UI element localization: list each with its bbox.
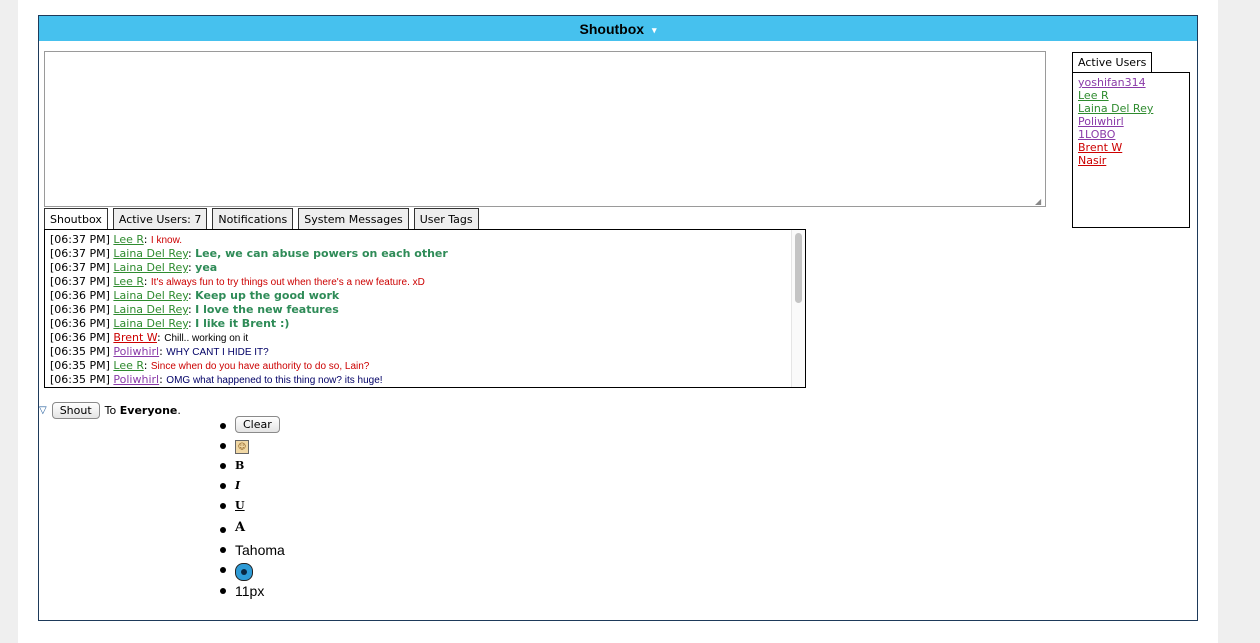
- message-colon: :: [143, 233, 151, 246]
- shoutbox-title: Shoutbox: [579, 21, 645, 37]
- tab-shoutbox[interactable]: Shoutbox: [44, 208, 108, 229]
- tool-item-font-size: 11px: [217, 581, 285, 601]
- message-username[interactable]: Lee R: [113, 359, 143, 372]
- message-timestamp: [06:36 PM]: [50, 331, 110, 344]
- active-users-list: yoshifan314 Lee R Laina Del Rey Poliwhirl 1L…: [1072, 72, 1190, 228]
- tool-item-bold: B: [217, 456, 285, 476]
- italic-button[interactable]: I: [235, 479, 240, 492]
- tool-item-smiley: ☺: [217, 436, 285, 456]
- shout-log-scrollbar[interactable]: [791, 230, 805, 387]
- message-row: [06:37 PM] Lee R: I know.: [50, 233, 805, 247]
- message-username[interactable]: Brent W: [113, 331, 157, 344]
- active-user-link[interactable]: Lee R: [1078, 89, 1189, 102]
- active-users-tab[interactable]: Active Users: [1072, 52, 1153, 72]
- message-text: yea: [195, 261, 218, 274]
- shout-row: ▽ Shout To Everyone.: [39, 402, 181, 419]
- shout-target-suffix: .: [177, 404, 181, 417]
- message-colon: :: [143, 275, 151, 288]
- tool-item-font-color: A: [217, 520, 285, 540]
- collapse-caret-icon[interactable]: ▾: [652, 17, 657, 44]
- font-size-select[interactable]: 11px: [235, 583, 264, 599]
- resize-grip-icon[interactable]: ◢: [1035, 197, 1041, 206]
- message-text: Lee, we can abuse powers on each other: [195, 247, 448, 260]
- message-row: [06:36 PM] Laina Del Rey: Keep up the go…: [50, 289, 805, 303]
- shout-log: [06:37 PM] Lee R: I know. [06:37 PM] Lain…: [44, 229, 806, 388]
- tool-item-underline: U: [217, 496, 285, 516]
- message-row: [06:37 PM] Lee R: It's always fun to try…: [50, 275, 805, 289]
- active-user-link[interactable]: Nasir: [1078, 154, 1189, 167]
- message-username[interactable]: Laina Del Rey: [113, 303, 188, 316]
- shoutbox-tabs: Shoutbox Active Users: 7 Notifications S…: [44, 208, 479, 229]
- message-timestamp: [06:35 PM]: [50, 373, 110, 386]
- active-user-link[interactable]: 1LOBO: [1078, 128, 1189, 141]
- message-timestamp: [06:37 PM]: [50, 247, 110, 260]
- message-text: I love the new features: [195, 303, 339, 316]
- shout-message-input[interactable]: [44, 51, 1046, 207]
- shout-target-line: To Everyone.: [105, 404, 181, 417]
- tool-item-font-family: Tahoma: [217, 540, 285, 560]
- message-timestamp: [06:36 PM]: [50, 317, 110, 330]
- message-timestamp: [06:35 PM]: [50, 345, 110, 358]
- shoutbox-panel: Shoutbox ▾ ◢ Shoutbox Active Users: 7 No…: [38, 15, 1198, 621]
- active-user-link[interactable]: Laina Del Rey: [1078, 102, 1189, 115]
- message-row: [06:35 PM] Poliwhirl: WHY CANT I HIDE IT…: [50, 345, 805, 359]
- tool-item-italic: I: [217, 476, 285, 496]
- expand-triangle-icon[interactable]: ▽: [39, 405, 47, 416]
- message-row: [06:35 PM] Lee R: Since when do you have…: [50, 359, 805, 373]
- smiley-icon[interactable]: ☺: [235, 440, 249, 454]
- message-username[interactable]: Laina Del Rey: [113, 261, 188, 274]
- message-username[interactable]: Laina Del Rey: [113, 317, 188, 330]
- message-timestamp: [06:35 PM]: [50, 359, 110, 372]
- tool-item-sound: [217, 560, 285, 581]
- message-row: [06:37 PM] Laina Del Rey: Lee, we can ab…: [50, 247, 805, 261]
- message-text: Keep up the good work: [195, 289, 340, 302]
- message-row: [06:36 PM] Laina Del Rey: I love the new…: [50, 303, 805, 317]
- clear-button[interactable]: Clear: [235, 416, 280, 433]
- message-row: [06:37 PM] Laina Del Rey: yea: [50, 261, 805, 275]
- bold-button[interactable]: B: [235, 459, 244, 472]
- tab-notifications[interactable]: Notifications: [212, 208, 294, 229]
- message-username[interactable]: Poliwhirl: [113, 345, 159, 358]
- message-timestamp: [06:37 PM]: [50, 261, 110, 274]
- sound-icon[interactable]: [235, 563, 253, 581]
- underline-button[interactable]: U: [235, 499, 245, 512]
- message-colon: :: [143, 359, 151, 372]
- message-timestamp: [06:36 PM]: [50, 289, 110, 302]
- tab-active-users[interactable]: Active Users: 7: [112, 208, 208, 229]
- message-row: [06:36 PM] Brent W: Chill.. working on i…: [50, 331, 805, 345]
- shout-to-prefix: To: [104, 404, 117, 417]
- message-username[interactable]: Laina Del Rey: [113, 247, 188, 260]
- message-row: [06:35 PM] Poliwhirl: OMG what happened …: [50, 373, 805, 387]
- message-text: I like it Brent :): [195, 317, 290, 330]
- active-user-link[interactable]: Poliwhirl: [1078, 115, 1189, 128]
- scrollbar-thumb[interactable]: [795, 233, 802, 303]
- message-text: WHY CANT I HIDE IT?: [166, 347, 269, 358]
- message-timestamp: [06:36 PM]: [50, 303, 110, 316]
- tool-item-clear: Clear: [217, 416, 285, 436]
- tab-user-tags[interactable]: User Tags: [413, 208, 479, 229]
- message-text: OMG what happened to this thing now? its…: [166, 375, 383, 386]
- message-row: [06:36 PM] Laina Del Rey: I like it Bren…: [50, 317, 805, 331]
- message-text: It's always fun to try things out when t…: [150, 277, 425, 288]
- message-username[interactable]: Laina Del Rey: [113, 289, 188, 302]
- message-text: Chill.. working on it: [164, 333, 249, 344]
- font-color-icon[interactable]: A: [235, 520, 285, 535]
- tab-system-messages[interactable]: System Messages: [298, 208, 409, 229]
- message-timestamp: [06:37 PM]: [50, 233, 110, 246]
- shoutbox-header[interactable]: Shoutbox ▾: [39, 16, 1197, 41]
- active-user-link[interactable]: yoshifan314: [1078, 76, 1189, 89]
- message-text: I know.: [150, 235, 183, 246]
- message-username[interactable]: Lee R: [113, 275, 143, 288]
- font-family-select[interactable]: Tahoma: [235, 542, 285, 558]
- shout-button[interactable]: Shout: [51, 402, 100, 419]
- message-username[interactable]: Poliwhirl: [113, 373, 159, 386]
- format-toolbar: Clear ☺ B I U A Tahoma 11px: [217, 416, 285, 601]
- message-text: Since when do you have authority to do s…: [150, 361, 370, 372]
- message-username[interactable]: Lee R: [113, 233, 143, 246]
- shout-target[interactable]: Everyone: [120, 404, 178, 417]
- page: Shoutbox ▾ ◢ Shoutbox Active Users: 7 No…: [18, 0, 1218, 643]
- active-user-link[interactable]: Brent W: [1078, 141, 1189, 154]
- shout-log-list: [06:37 PM] Lee R: I know. [06:37 PM] Lain…: [45, 230, 805, 387]
- message-timestamp: [06:37 PM]: [50, 275, 110, 288]
